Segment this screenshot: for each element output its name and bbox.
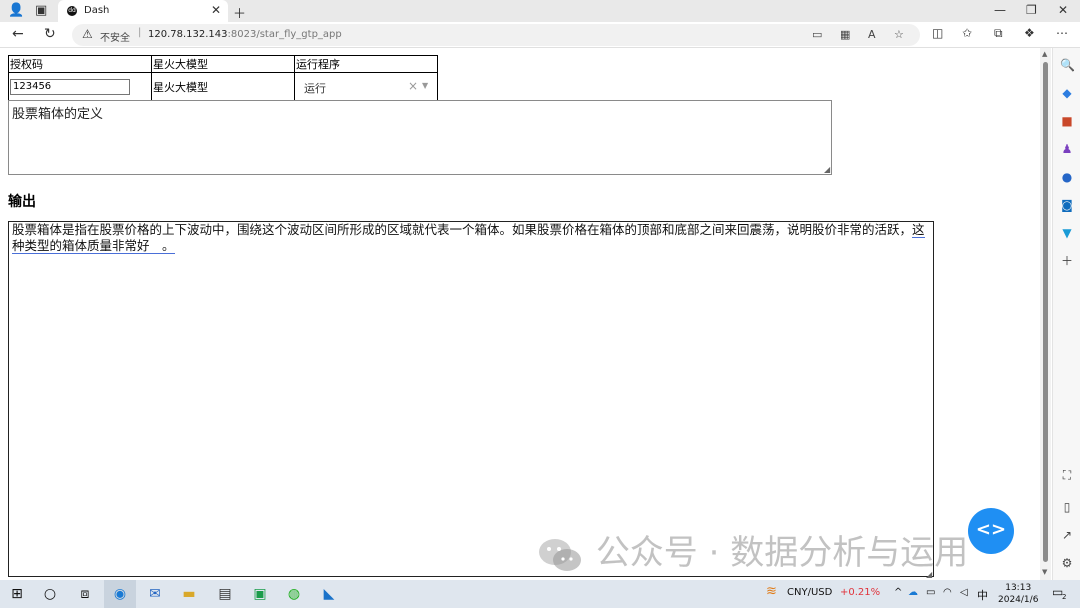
tools-icon[interactable]: ■	[1060, 114, 1074, 128]
volume-icon[interactable]: ◁	[960, 587, 968, 598]
refresh-icon[interactable]: ↻	[44, 26, 56, 42]
dash-debug-button[interactable]: <>	[968, 508, 1014, 554]
wechat-icon[interactable]: ◍	[285, 585, 303, 603]
mail-icon[interactable]: ✉	[146, 585, 164, 603]
file-explorer-icon[interactable]: ▬	[180, 585, 198, 603]
windows-start-icon[interactable]: ⊞	[8, 585, 26, 603]
copilot-icon[interactable]: ●	[1060, 170, 1074, 184]
dropdown-arrow-icon[interactable]: ▼	[422, 81, 428, 90]
screenshot-icon[interactable]: ⛶	[1060, 468, 1074, 482]
outlook-icon[interactable]: ◙	[1060, 198, 1074, 212]
onedrive-icon[interactable]: ☁	[908, 587, 918, 598]
task-view-icon[interactable]: ⧈	[76, 585, 94, 603]
page-content: 授权码 星火大模型 运行程序 星火大模型 运行 × ▼ 股票箱体的定义 ◢ 输出…	[0, 48, 1040, 580]
currency-pair[interactable]: CNY/USD	[787, 587, 832, 598]
scroll-up-icon[interactable]: ▲	[1042, 50, 1047, 58]
favorites-icon[interactable]: ✩	[962, 26, 972, 40]
tray-overflow-icon[interactable]: ^	[894, 587, 902, 598]
url-text[interactable]: 120.78.132.143:8023/star_fly_gtp_app	[148, 29, 342, 40]
close-tab-icon[interactable]: ✕	[211, 3, 221, 17]
vscode-icon[interactable]: ◣	[320, 585, 338, 603]
output-textarea[interactable]: 股票箱体是指在股票价格的上下波动中，围绕这个波动区间所形成的区域就代表一个箱体。…	[8, 221, 934, 579]
prompt-text: 股票箱体的定义	[12, 107, 104, 122]
shopping-tag-icon[interactable]: ◆	[1060, 86, 1074, 100]
prompt-textarea[interactable]: 股票箱体的定义 ◢	[8, 100, 832, 175]
output-heading: 输出	[8, 194, 36, 210]
sidebar-toggle-icon[interactable]: ▯	[1060, 500, 1074, 514]
edge-taskbar-icon[interactable]: ◉	[104, 580, 136, 608]
split-screen-icon[interactable]: ◫	[932, 26, 943, 40]
collections-icon[interactable]: ⧉	[994, 26, 1003, 41]
run-select-value: 运行	[304, 81, 326, 95]
minimize-icon[interactable]: —	[994, 3, 1006, 17]
scrollbar-thumb[interactable]	[1043, 62, 1048, 562]
run-program-cell: 运行 × ▼	[294, 72, 438, 101]
extension-icon[interactable]: ❖	[1024, 26, 1035, 40]
tab-title: Dash	[84, 5, 110, 16]
ime-indicator[interactable]: 中	[977, 587, 988, 603]
url-separator: |	[138, 27, 142, 38]
control-table: 授权码 星火大模型 运行程序 星火大模型 运行 × ▼	[8, 55, 438, 101]
clock-time: 13:13	[1005, 583, 1032, 593]
scroll-down-icon[interactable]: ▼	[1042, 568, 1047, 576]
auth-code-input[interactable]	[10, 78, 130, 95]
back-icon[interactable]: ←	[12, 26, 24, 42]
page-scrollbar[interactable]: ▲ ▼	[1040, 48, 1051, 580]
url-host: 120.78.132.143	[148, 29, 228, 40]
open-external-icon[interactable]: ↗	[1060, 528, 1074, 542]
notification-count: 2	[1062, 593, 1067, 601]
terminal-icon[interactable]: ▣	[251, 585, 269, 603]
currency-widget-icon[interactable]: ≋	[766, 584, 777, 599]
browser-navbar: ← ↻ ⚠ 不安全 | 120.78.132.143:8023/star_fly…	[0, 22, 1080, 48]
clock[interactable]: 13:13 2024/1/6	[998, 582, 1038, 606]
profile-icon[interactable]: 👤	[8, 3, 24, 18]
output-text: 股票箱体是指在股票价格的上下波动中，围绕这个波动区间所形成的区域就代表一个箱体。…	[12, 222, 913, 237]
qr-code-icon[interactable]: ▦	[840, 28, 850, 41]
close-window-icon[interactable]: ✕	[1058, 3, 1068, 17]
favorite-star-icon[interactable]: ☆	[894, 28, 904, 41]
search-icon[interactable]: ○	[41, 585, 59, 603]
warning-icon[interactable]: ⚠	[82, 27, 93, 41]
resize-handle-icon[interactable]: ◢	[824, 165, 830, 174]
restore-icon[interactable]: ❐	[1026, 3, 1037, 17]
cast-icon[interactable]: ▭	[812, 28, 822, 41]
browser-titlebar: 👤 ▣ dd Dash ✕ ＋ — ❐ ✕	[0, 0, 1080, 22]
games-icon[interactable]: ♟	[1060, 142, 1074, 156]
new-tab-icon[interactable]: ＋	[233, 3, 246, 22]
tab-actions-icon[interactable]: ▣	[35, 3, 47, 18]
run-program-select[interactable]: 运行 × ▼	[296, 75, 434, 99]
drop-icon[interactable]: ▼	[1060, 226, 1074, 240]
currency-change: +0.21%	[840, 587, 881, 598]
read-aloud-icon[interactable]: A	[868, 28, 876, 41]
store-icon[interactable]: ▤	[216, 585, 234, 603]
add-sidebar-item-icon[interactable]: ＋	[1060, 254, 1074, 268]
model-name-cell: 星火大模型	[151, 72, 295, 101]
address-bar[interactable]: ⚠ 不安全 | 120.78.132.143:8023/star_fly_gtp…	[72, 24, 920, 46]
security-label[interactable]: 不安全	[100, 29, 130, 44]
dash-favicon-icon: dd	[67, 6, 77, 16]
watermark-text: 公众号 · 数据分析与运用	[595, 533, 969, 573]
windows-taskbar: ⊞ ○ ⧈ ◉ ✉ ▬ ▤ ▣ ◍ ◣ ≋ CNY/USD +0.21% ^ ☁…	[0, 580, 1080, 608]
battery-icon[interactable]: ▭	[926, 587, 935, 598]
header-auth-code: 授权码	[8, 55, 152, 73]
clear-selection-icon[interactable]: ×	[408, 79, 418, 93]
search-icon[interactable]: 🔍	[1060, 58, 1075, 72]
header-run-program: 运行程序	[294, 55, 438, 73]
wechat-logo-icon	[539, 538, 581, 571]
settings-gear-icon[interactable]: ⚙	[1060, 556, 1074, 570]
edge-sidebar: 🔍 ◆ ■ ♟ ● ◙ ▼ ＋ ⛶ ▯ ↗ ⚙	[1052, 48, 1080, 580]
clock-date: 2024/1/6	[998, 595, 1039, 605]
url-path: :8023/star_fly_gtp_app	[227, 29, 342, 40]
tab-dash[interactable]: dd Dash ✕	[58, 0, 228, 22]
watermark: 公众号 · 数据分析与运用	[535, 525, 968, 575]
wifi-icon[interactable]: ◠	[943, 587, 952, 598]
header-model: 星火大模型	[151, 55, 295, 73]
auth-code-cell	[8, 72, 152, 101]
more-menu-icon[interactable]: ⋯	[1056, 26, 1068, 40]
